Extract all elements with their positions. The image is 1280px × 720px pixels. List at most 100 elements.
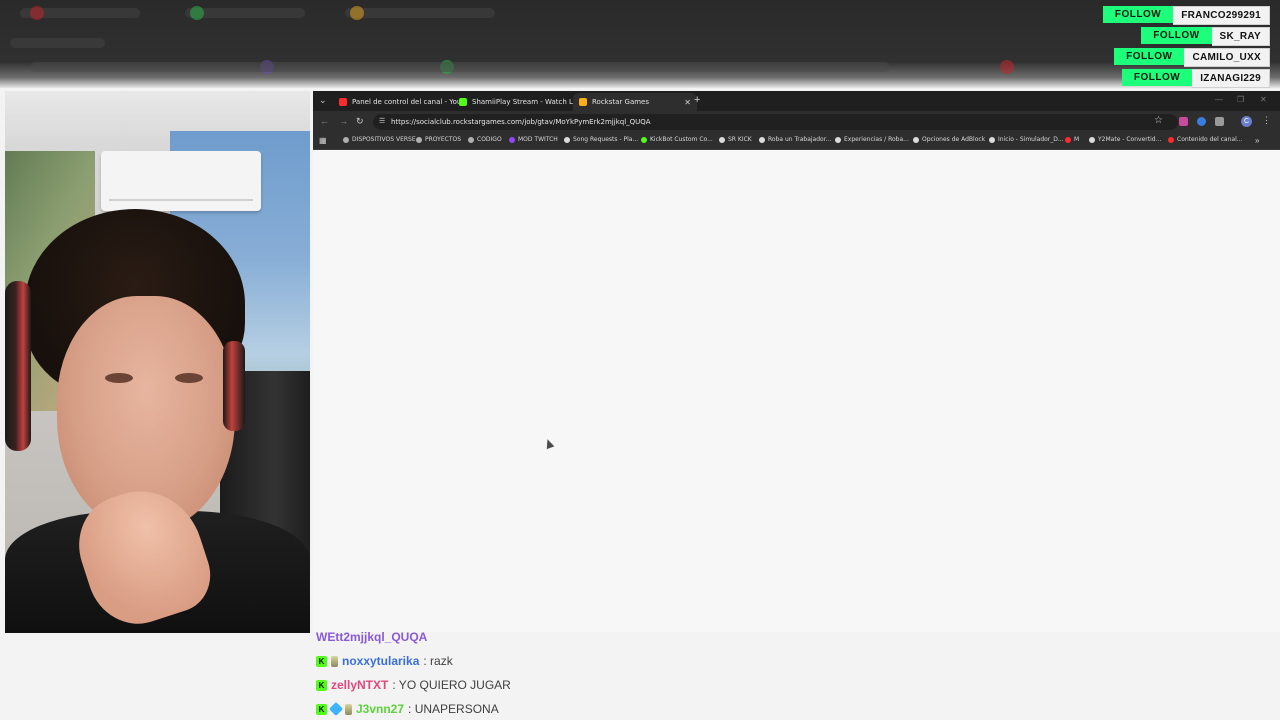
chat-message: K J3vnn27 : UNAPERSONA — [316, 701, 499, 717]
bookmark-item[interactable]: Contenido del canal... — [1168, 136, 1242, 143]
tab-search-icon[interactable]: ⌄ — [319, 95, 327, 106]
bookmark-label: Y2Mate - Convertid... — [1098, 136, 1162, 143]
extension-icon[interactable] — [1197, 117, 1206, 126]
close-icon[interactable]: ✕ — [684, 98, 691, 107]
forward-icon[interactable]: → — [339, 116, 348, 126]
tab-label: Panel de control del canal - You — [352, 98, 462, 106]
gem-badge-icon — [328, 701, 344, 717]
follow-button[interactable]: FOLLOW — [1121, 69, 1193, 86]
link-icon — [719, 136, 725, 143]
chat-text: : UNAPERSONA — [408, 702, 499, 716]
window-close-icon[interactable]: ✕ — [1260, 95, 1267, 104]
tab-youtube[interactable]: Panel de control del canal - You ✕ — [333, 93, 463, 111]
bookmark-item[interactable]: Opciones de AdBlock — [913, 136, 985, 143]
bookmark-item[interactable]: DISPOSITIVOS VERSE — [343, 136, 416, 143]
bookmark-label: Experiencias / Roba... — [844, 136, 909, 143]
minimize-icon[interactable]: — — [1215, 95, 1223, 104]
bookmark-star-icon[interactable]: ☆ — [1154, 115, 1163, 126]
sword-badge-icon — [331, 655, 338, 667]
mouse-cursor-icon — [543, 437, 555, 450]
bookmark-label: KickBot Custom Co... — [650, 136, 713, 143]
bookmark-label: SR KICK — [728, 136, 752, 143]
reload-icon[interactable]: ↻ — [356, 116, 364, 127]
follow-alert: FOLLOW SK_RAY — [1141, 27, 1270, 46]
bookmark-label: CODIGO — [477, 136, 502, 143]
profile-avatar[interactable]: C — [1241, 116, 1252, 127]
chat-partial-line: WEtt2mjjkql_QUQA — [316, 630, 427, 644]
bookmark-item[interactable]: Song Requests - Pla... — [564, 136, 638, 143]
headphones-right — [223, 341, 245, 431]
bookmark-label: Song Requests - Pla... — [573, 136, 639, 143]
kick-badge-icon: K — [316, 703, 327, 715]
tab-label: ShamiiPlay Stream - Watch Liv — [472, 98, 580, 106]
follow-alert: FOLLOW FRANCO299291 — [1102, 6, 1270, 25]
bookmark-item[interactable]: M — [1065, 136, 1079, 143]
chat-username[interactable]: J3vnn27 — [356, 702, 404, 716]
blurred-taskbar — [0, 0, 1280, 88]
chat-text: : YO QUIERO JUGAR — [392, 678, 511, 692]
bookmark-item[interactable]: KickBot Custom Co... — [641, 136, 713, 143]
page-content — [313, 150, 1280, 632]
url-text: https://socialclub.rockstargames.com/job… — [391, 118, 651, 126]
bookmark-label: DISPOSITIVOS VERSE — [352, 136, 416, 143]
bookmark-label: M — [1074, 136, 1080, 143]
gmail-icon — [1065, 136, 1071, 143]
bookmark-item[interactable]: Roba un Trabajador... — [759, 136, 831, 143]
kick-icon — [459, 98, 467, 106]
bookmark-item[interactable]: Experiencias / Roba... — [835, 136, 909, 143]
chat-username[interactable]: zellyNTXT — [331, 678, 388, 692]
extension-icon[interactable] — [1179, 117, 1188, 126]
address-bar: ← → ↻ ☰ https://socialclub.rockstargames… — [313, 111, 1280, 133]
adblock-icon — [913, 136, 919, 143]
blurred-item — [10, 38, 105, 48]
bookmark-item[interactable]: MOD TWITCH — [509, 136, 558, 143]
follow-alert: FOLLOW CAMILO_UXX — [1114, 48, 1270, 67]
bookmark-label: Opciones de AdBlock — [922, 136, 986, 143]
bookmark-item[interactable]: Inicio - Simulador_D... — [989, 136, 1064, 143]
follower-name: CAMILO_UXX — [1184, 48, 1270, 67]
extensions-puzzle-icon[interactable] — [1215, 117, 1224, 126]
blurred-icon — [1000, 60, 1014, 74]
kick-icon — [641, 136, 647, 143]
kick-badge-icon: K — [316, 679, 327, 691]
tab-rockstar[interactable]: Rockstar Games ✕ — [573, 93, 697, 111]
bookmark-label: Roba un Trabajador... — [768, 136, 832, 143]
folder-icon — [416, 136, 422, 143]
bookmark-label: MOD TWITCH — [518, 136, 558, 143]
rockstar-icon — [579, 98, 587, 106]
kick-badge-icon: K — [316, 655, 327, 667]
follow-button[interactable]: FOLLOW — [1114, 48, 1185, 65]
tab-kick[interactable]: ShamiiPlay Stream - Watch Liv ✕ — [453, 93, 583, 111]
code-icon — [468, 136, 474, 143]
streamer-eye — [105, 373, 133, 383]
bookmark-label: Contenido del canal... — [1177, 136, 1243, 143]
follower-name: IZANAGI229 — [1192, 69, 1270, 88]
bookmark-item[interactable]: CODIGO — [468, 136, 502, 143]
bookmarks-bar: ▦ DISPOSITIVOS VERSE PROYECTOS CODIGO MO… — [313, 133, 1280, 150]
chat-message: K zellyNTXT : YO QUIERO JUGAR — [316, 678, 511, 692]
chat-overlay: WEtt2mjjkql_QUQA K noxxytularika : razk … — [316, 628, 916, 720]
bookmark-item[interactable]: SR KICK — [719, 136, 752, 143]
site-info-icon[interactable]: ☰ — [379, 117, 385, 125]
bookmark-item[interactable]: PROYECTOS — [416, 136, 461, 143]
page-icon — [989, 136, 995, 143]
blurred-icon — [30, 6, 44, 20]
url-input[interactable]: ☰ https://socialclub.rockstargames.com/j… — [373, 114, 1178, 130]
follower-name: SK_RAY — [1211, 27, 1270, 46]
back-icon[interactable]: ← — [320, 116, 329, 126]
youtube-icon — [339, 98, 347, 106]
tab-label: Rockstar Games — [592, 98, 650, 106]
follow-button[interactable]: FOLLOW — [1102, 6, 1174, 23]
menu-icon[interactable]: ⋮ — [1262, 115, 1271, 126]
youtube-icon — [1168, 136, 1174, 143]
more-bookmarks-icon[interactable]: » — [1255, 136, 1259, 145]
link-icon — [759, 136, 765, 143]
follow-button[interactable]: FOLLOW — [1141, 27, 1212, 44]
bookmark-item[interactable]: Y2Mate - Convertid... — [1089, 136, 1161, 143]
chat-username[interactable]: noxxytularika — [342, 654, 419, 668]
sword-badge-icon — [345, 703, 352, 715]
new-tab-icon[interactable]: + — [694, 94, 700, 106]
y2mate-icon — [1089, 136, 1095, 143]
maximize-icon[interactable]: ❐ — [1237, 95, 1244, 104]
apps-grid-icon[interactable]: ▦ — [319, 136, 327, 145]
